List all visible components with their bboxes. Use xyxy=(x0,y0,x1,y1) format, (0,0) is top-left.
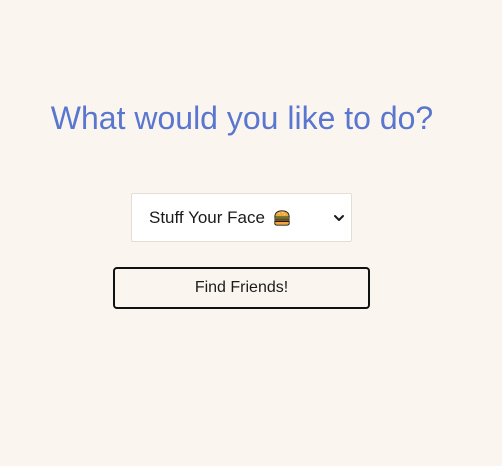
page-title: What would you like to do? xyxy=(50,100,434,136)
find-friends-button[interactable]: Find Friends! xyxy=(113,267,370,309)
burger-icon xyxy=(274,209,290,226)
activity-select-label: Stuff Your Face xyxy=(149,207,265,227)
activity-select[interactable]: Stuff Your Face xyxy=(131,193,352,242)
page: What would you like to do? Stuff Your Fa… xyxy=(0,0,502,466)
chevron-down-icon xyxy=(334,214,344,221)
activity-select-value: Stuff Your Face xyxy=(149,208,291,228)
